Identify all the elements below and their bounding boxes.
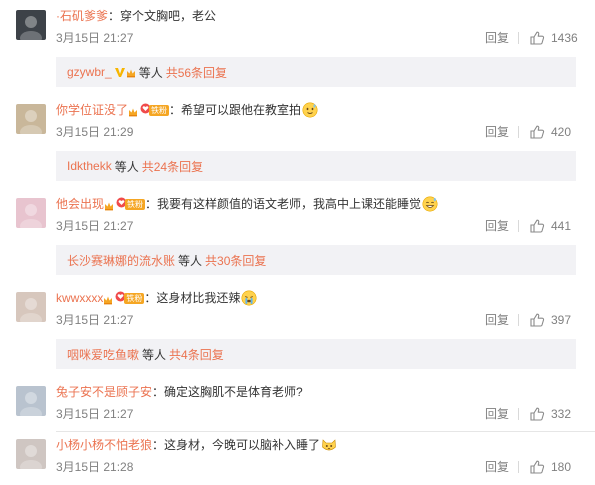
comment-username[interactable]: kwwxxxx: [56, 290, 103, 306]
fan-badge: 铁粉: [116, 197, 146, 211]
meta-divider: [518, 314, 519, 326]
comment-line: kwwxxxx 铁粉：这身材比我还辣: [56, 290, 257, 306]
like-count: 180: [551, 460, 572, 474]
reply-button[interactable]: 回复: [485, 407, 509, 421]
avatar[interactable]: [16, 198, 46, 228]
crying-emoji-icon: [241, 290, 257, 306]
sub-reply-others: 等人: [114, 159, 139, 174]
fan-badge: 铁粉: [140, 103, 170, 117]
comment-time: 3月15日 21:27: [56, 219, 134, 233]
meta-divider: [518, 32, 519, 44]
comment-text: 这身材比我还辣: [156, 291, 241, 305]
sub-replies-box: Idkthekk 等人 共24条回复: [56, 151, 576, 181]
sub-reply-username[interactable]: gzywbr_: [67, 65, 112, 79]
comment-line: 他会出现 铁粉：我要有这样颜值的语文老师，我高中上课还能睡觉: [56, 196, 438, 212]
comment-colon: ：: [152, 385, 165, 399]
view-replies-link[interactable]: 共24条回复: [142, 158, 203, 175]
sweat-smile-emoji-icon: [302, 102, 318, 118]
comment-username[interactable]: 小杨小杨不怕老狼: [56, 437, 152, 453]
thumbs-up-icon[interactable]: [529, 406, 545, 422]
meta-divider: [518, 126, 519, 138]
comment-username[interactable]: 他会出现: [56, 196, 104, 212]
reply-button[interactable]: 回复: [485, 313, 509, 327]
avatar[interactable]: [16, 292, 46, 322]
reply-button[interactable]: 回复: [485, 31, 509, 45]
vip-crown-icon: [104, 199, 114, 211]
comment-time: 3月15日 21:27: [56, 31, 134, 45]
thumbs-up-icon[interactable]: [529, 312, 545, 328]
comment-text: 这身材，今晚可以脑补入睡了: [164, 438, 321, 452]
avatar[interactable]: [16, 439, 46, 469]
like-count: 441: [551, 219, 572, 233]
vip-crown-icon: [128, 105, 138, 117]
comment-line: ·石矶爹爹：穿个文胸吧，老公: [56, 8, 216, 24]
comment-text: 确定这胸肌不是体育老师?: [164, 385, 303, 399]
sub-reply-others: 等人: [142, 347, 167, 362]
vip-crown-icon: [103, 293, 113, 305]
sweat-grin-emoji-icon: [422, 196, 438, 212]
reply-button[interactable]: 回复: [485, 219, 509, 233]
sub-reply-others: 等人: [138, 65, 163, 80]
avatar[interactable]: [16, 386, 46, 416]
fan-badge-label: 铁粉: [149, 104, 170, 116]
sub-replies-box: 长沙赛琳娜的流水账 等人 共30条回复: [56, 245, 576, 275]
comment-text: 希望可以跟他在教室拍: [181, 103, 302, 117]
comment-time: 3月15日 21:27: [56, 407, 134, 421]
vip-crown-icon: [126, 67, 136, 78]
like-count: 332: [551, 407, 572, 421]
meta-divider: [518, 461, 519, 473]
meta-divider: [518, 408, 519, 420]
comment-text: 穿个文胸吧，老公: [120, 9, 217, 23]
comment-username[interactable]: 你学位证没了: [56, 102, 128, 118]
comment-username[interactable]: 兔子安不是顾子安: [56, 384, 152, 400]
thumbs-up-icon[interactable]: [529, 218, 545, 234]
like-count: 1436: [551, 31, 578, 45]
fan-badge-label: 铁粉: [125, 198, 146, 210]
view-replies-link[interactable]: 共30条回复: [205, 252, 266, 269]
sub-replies-box: gzywbr_ 等人 共56条回复: [56, 57, 576, 87]
comment-colon: ：: [144, 291, 157, 305]
thumbs-up-icon[interactable]: [529, 30, 545, 46]
reply-button[interactable]: 回复: [485, 460, 509, 474]
comment-text: 我要有这样颜值的语文老师，我高中上课还能睡觉: [157, 197, 422, 211]
fan-badge: 铁粉: [115, 291, 145, 305]
sub-reply-username[interactable]: 咽咪爱吃鱼嗽: [67, 346, 139, 363]
sub-reply-others: 等人: [178, 253, 203, 268]
view-replies-link[interactable]: 共4条回复: [169, 346, 224, 363]
kitty-emoji-icon: [321, 437, 337, 453]
fan-badge-label: 铁粉: [124, 292, 145, 304]
sub-reply-username[interactable]: 长沙赛琳娜的流水账: [67, 252, 175, 269]
thumbs-up-icon[interactable]: [529, 459, 545, 475]
comment-colon: ：: [145, 197, 158, 211]
comment-line: 你学位证没了 铁粉：希望可以跟他在教室拍: [56, 102, 318, 118]
meta-divider: [518, 220, 519, 232]
comment-time: 3月15日 21:29: [56, 125, 134, 139]
avatar[interactable]: [16, 10, 46, 40]
comment-divider: [56, 431, 595, 432]
thumbs-up-icon[interactable]: [529, 124, 545, 140]
comment-colon: ：: [108, 9, 121, 23]
comment-username[interactable]: ·石矶爹爹: [56, 8, 108, 24]
sub-reply-username[interactable]: Idkthekk: [67, 159, 112, 173]
comment-line: 兔子安不是顾子安：确定这胸肌不是体育老师?: [56, 384, 303, 400]
view-replies-link[interactable]: 共56条回复: [166, 64, 227, 81]
comment-colon: ：: [169, 103, 182, 117]
avatar[interactable]: [16, 104, 46, 134]
like-count: 397: [551, 313, 572, 327]
comment-line: 小杨小杨不怕老狼：这身材，今晚可以脑补入睡了: [56, 437, 337, 453]
sub-replies-box: 咽咪爱吃鱼嗽 等人 共4条回复: [56, 339, 576, 369]
verified-v-icon: [114, 66, 126, 78]
reply-button[interactable]: 回复: [485, 125, 509, 139]
comment-colon: ：: [152, 438, 165, 452]
comment-time: 3月15日 21:28: [56, 460, 134, 474]
comment-time: 3月15日 21:27: [56, 313, 134, 327]
like-count: 420: [551, 125, 572, 139]
